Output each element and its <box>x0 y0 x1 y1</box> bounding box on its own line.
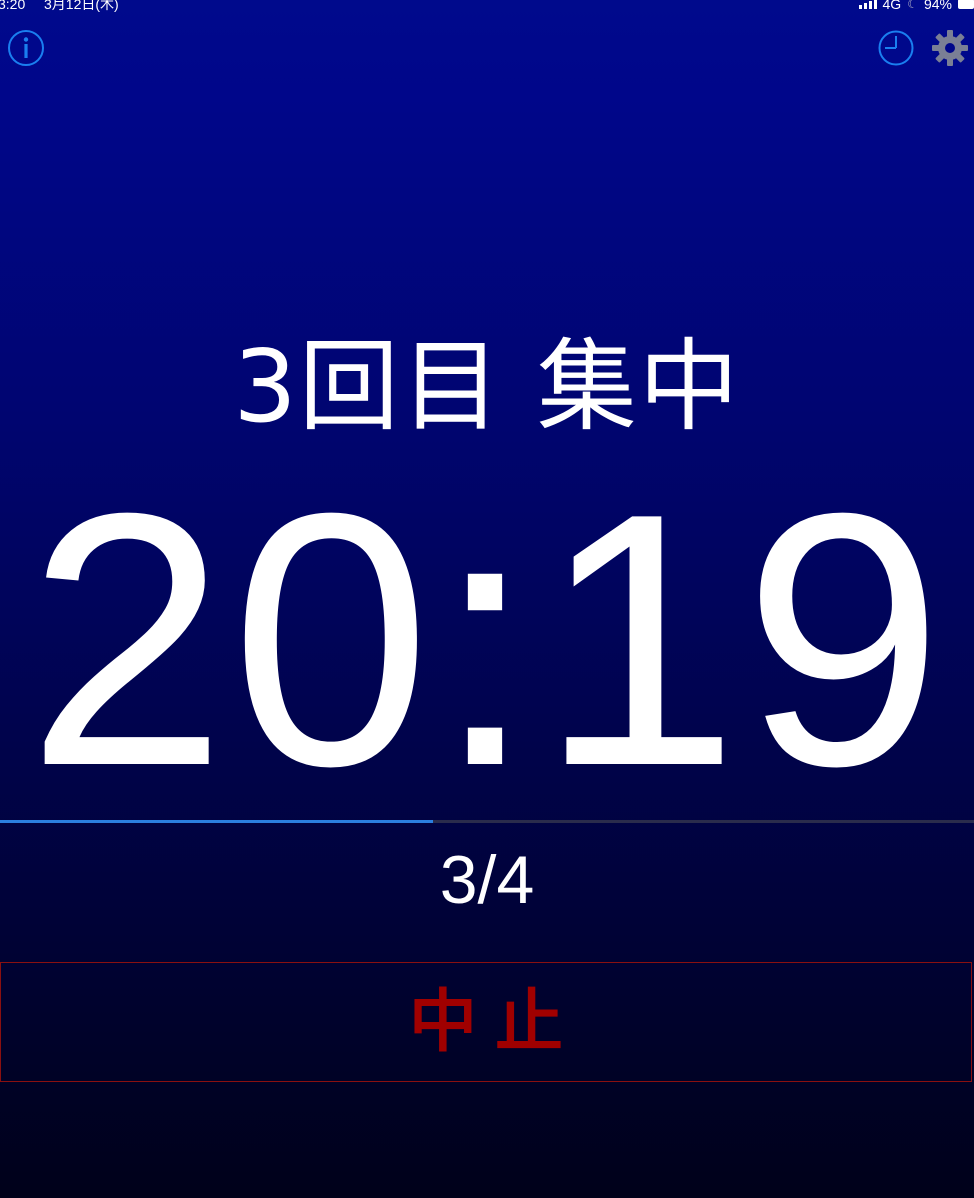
battery-percent: 94% <box>923 0 952 12</box>
info-icon[interactable] <box>6 28 46 68</box>
progress-fill <box>0 820 434 823</box>
session-label: 3回目 集中 <box>233 328 741 445</box>
timer-display: 20:19 <box>26 439 948 841</box>
session-count: 3/4 <box>439 842 535 918</box>
gear-icon[interactable] <box>930 28 970 68</box>
status-time: 3:20 <box>0 0 26 12</box>
status-bar: 3:20 3月12日(木) 4G ☾ 94% <box>0 0 974 14</box>
progress-bar <box>0 820 974 823</box>
status-indicators: 4G ☾ 94% <box>858 0 974 12</box>
clock-icon[interactable] <box>876 28 916 68</box>
battery-icon <box>958 0 974 9</box>
network-type: 4G <box>882 0 902 12</box>
stop-button[interactable]: 中止 <box>0 962 972 1082</box>
status-date: 3月12日(木) <box>44 0 119 12</box>
signal-icon <box>858 0 877 9</box>
moon-icon: ☾ <box>907 0 918 11</box>
